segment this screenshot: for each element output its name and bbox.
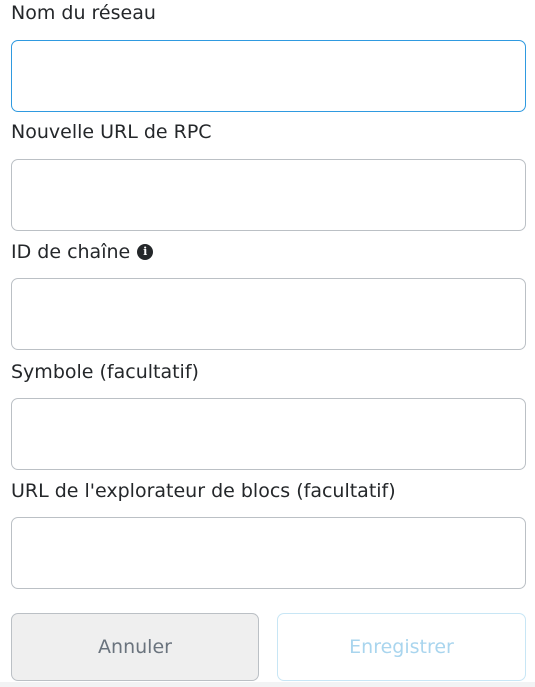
rpc-url-input[interactable]: [11, 159, 526, 231]
symbol-label-text: Symbole (facultatif): [11, 361, 199, 383]
chain-id-label: ID de chaîne i: [11, 240, 154, 264]
block-explorer-url-input[interactable]: [11, 517, 526, 589]
network-name-label: Nom du réseau: [11, 1, 156, 25]
save-button[interactable]: Enregistrer: [277, 613, 526, 681]
chain-id-label-text: ID de chaîne: [11, 241, 131, 263]
rpc-url-label-text: Nouvelle URL de RPC: [11, 121, 212, 143]
symbol-input[interactable]: [11, 398, 526, 470]
cancel-button-label: Annuler: [98, 636, 172, 658]
block-explorer-url-label: URL de l'explorateur de blocs (facultati…: [11, 479, 396, 503]
network-form: Nom du réseau Nouvelle URL de RPC ID de …: [0, 0, 535, 687]
chain-id-input[interactable]: [11, 278, 526, 350]
network-name-input[interactable]: [11, 40, 526, 112]
rpc-url-label: Nouvelle URL de RPC: [11, 120, 212, 144]
bottom-divider: [0, 682, 535, 687]
info-icon[interactable]: i: [137, 244, 154, 260]
block-explorer-url-label-text: URL de l'explorateur de blocs (facultati…: [11, 480, 396, 502]
save-button-label: Enregistrer: [349, 636, 454, 658]
cancel-button[interactable]: Annuler: [11, 613, 259, 681]
network-name-label-text: Nom du réseau: [11, 2, 156, 24]
symbol-label: Symbole (facultatif): [11, 360, 199, 384]
